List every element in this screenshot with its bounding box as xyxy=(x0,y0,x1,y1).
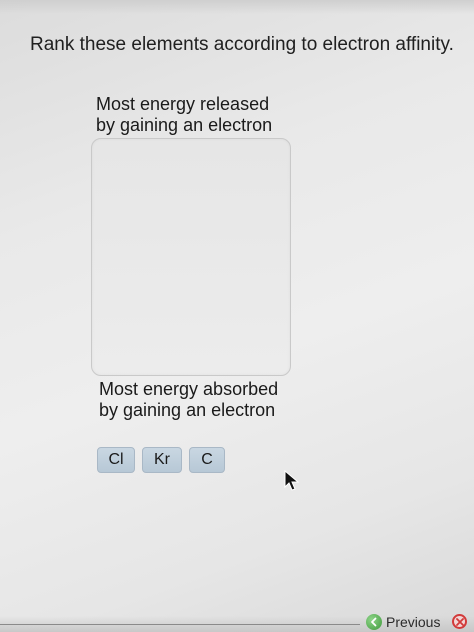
close-icon[interactable] xyxy=(452,614,467,629)
question-prompt: Rank these elements according to electro… xyxy=(30,34,454,55)
element-chip-tray: Cl Kr C xyxy=(97,447,225,473)
ranking-drop-zone[interactable] xyxy=(91,138,291,376)
screen-edge xyxy=(0,0,474,14)
element-chip-cl[interactable]: Cl xyxy=(97,447,135,473)
element-chip-c[interactable]: C xyxy=(189,447,225,473)
previous-button[interactable]: Previous xyxy=(366,614,440,630)
element-chip-kr[interactable]: Kr xyxy=(142,447,182,473)
ranking-top-label-line2: by gaining an electron xyxy=(96,115,273,135)
mouse-pointer-icon xyxy=(284,470,300,491)
previous-label: Previous xyxy=(386,614,441,630)
ranking-top-label-line1: Most energy released xyxy=(96,94,270,114)
ranking-top-label: Most energy released by gaining an elect… xyxy=(96,94,272,136)
ranking-bottom-label-line2: by gaining an electron xyxy=(99,400,276,420)
ranking-bottom-label-line1: Most energy absorbed xyxy=(99,379,279,399)
ranking-bottom-label: Most energy absorbed by gaining an elect… xyxy=(99,379,278,421)
back-arrow-icon xyxy=(366,614,382,630)
bottom-divider xyxy=(0,624,360,625)
